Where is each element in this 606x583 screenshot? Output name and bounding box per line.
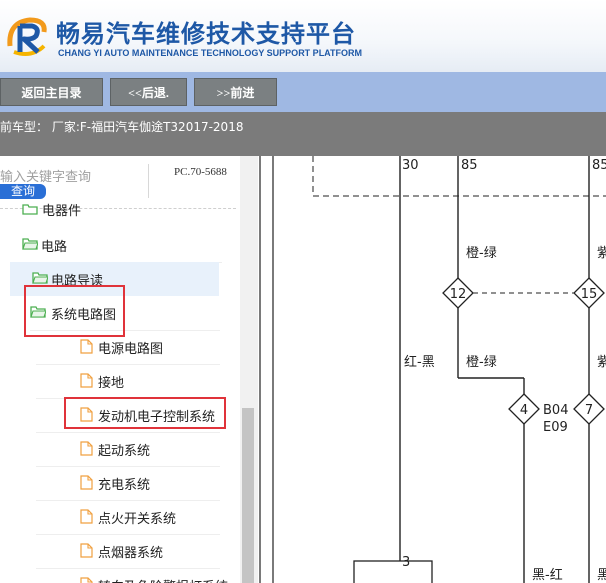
wire-color-label: 橙-绿 — [466, 246, 497, 261]
divider — [148, 164, 149, 198]
tree-item-label: 起动系统 — [98, 444, 151, 459]
document-icon — [80, 577, 93, 583]
document-icon — [80, 543, 93, 558]
highlight-box — [64, 397, 226, 429]
pin-label: 85 — [592, 158, 606, 173]
folder-icon — [22, 238, 38, 250]
tree-item-label: 接地 — [98, 376, 125, 391]
vehicle-info-text: 前车型： 厂家:F-福田汽车伽途T32017-2018 — [0, 120, 244, 134]
connector-label: 4 — [520, 403, 528, 418]
document-icon — [80, 475, 93, 490]
tree-item-label: 点火开关系统 — [98, 512, 177, 527]
wiring-diagram-panel: 30 85 85 橙-绿 紫 12 15 红-黑 橙-绿 紫 4 7 B04 E… — [258, 156, 606, 583]
scrollbar-thumb[interactable] — [242, 408, 254, 583]
wiring-diagram: 30 85 85 橙-绿 紫 12 15 红-黑 橙-绿 紫 4 7 B04 E… — [259, 156, 606, 583]
tree-item-charging[interactable]: 充电系统 — [80, 466, 220, 500]
nav-bar: 返回主目录 <<后退. >>前进 — [0, 72, 606, 112]
wire-color-label: 黑 — [597, 568, 606, 583]
document-icon — [80, 373, 93, 388]
tree-item-label: 点烟器系统 — [98, 546, 164, 561]
pin-label: 85 — [461, 158, 478, 173]
folder-icon — [32, 272, 48, 284]
reference-label: E09 — [543, 420, 568, 435]
wire-color-label: 黑-红 — [532, 567, 563, 583]
tree-item-ignition-switch[interactable]: 点火开关系统 — [80, 500, 220, 534]
pin-label: 30 — [402, 158, 419, 173]
app-title: 畅易汽车维修技术支持平台 — [56, 20, 356, 48]
document-icon — [80, 441, 93, 456]
back-button[interactable]: <<后退. — [110, 78, 187, 106]
search-button[interactable]: 查询 — [0, 184, 46, 199]
tree-item-label: 电器件 — [42, 204, 82, 219]
document-icon — [80, 339, 93, 354]
header: 畅易汽车维修技术支持平台 CHANG YI AUTO MAINTENANCE T… — [0, 0, 606, 72]
pin-label: 3 — [402, 555, 410, 570]
folder-icon — [22, 204, 38, 215]
tree-item-circuit[interactable]: 电路 — [22, 228, 222, 262]
tree-item-ground[interactable]: 接地 — [80, 364, 220, 398]
app-subtitle: CHANG YI AUTO MAINTENANCE TECHNOLOGY SUP… — [58, 48, 363, 58]
tree-panel: 查询 PC.70-5688 电器件 电路 电路导读 系统电路图 电源电路图接地发… — [0, 156, 258, 583]
home-button[interactable]: 返回主目录 — [0, 78, 103, 106]
pc-code: PC.70-5688 — [174, 166, 227, 178]
tree-item-label: 转向及危险警报灯系统 — [98, 576, 228, 583]
reference-label: B04 — [543, 403, 568, 418]
wire-color-label: 红-黑 — [404, 354, 435, 370]
wire-color-label: 橙-绿 — [466, 355, 497, 370]
wire-color-label: 紫 — [597, 355, 606, 370]
connector-label: 15 — [581, 287, 598, 302]
connector-label: 7 — [585, 403, 593, 418]
document-icon — [80, 509, 93, 524]
logo-icon — [7, 17, 47, 56]
connector-label: 12 — [450, 287, 467, 302]
tree-item-cigar-lighter[interactable]: 点烟器系统 — [80, 534, 220, 568]
tree-item-starting[interactable]: 起动系统 — [80, 432, 220, 466]
tree-item-power[interactable]: 电源电路图 — [80, 330, 220, 364]
tree-item-label: 充电系统 — [98, 478, 151, 493]
tree-item-label: 电源电路图 — [98, 342, 164, 357]
forward-button[interactable]: >>前进 — [194, 78, 277, 106]
vehicle-info-bar: 前车型： 厂家:F-福田汽车伽途T32017-2018 — [0, 112, 606, 156]
tree-item-label: 电路 — [41, 240, 68, 255]
tree-item-turn-hazard[interactable]: 转向及危险警报灯系统 — [80, 568, 228, 583]
wire-color-label: 紫 — [597, 246, 606, 261]
